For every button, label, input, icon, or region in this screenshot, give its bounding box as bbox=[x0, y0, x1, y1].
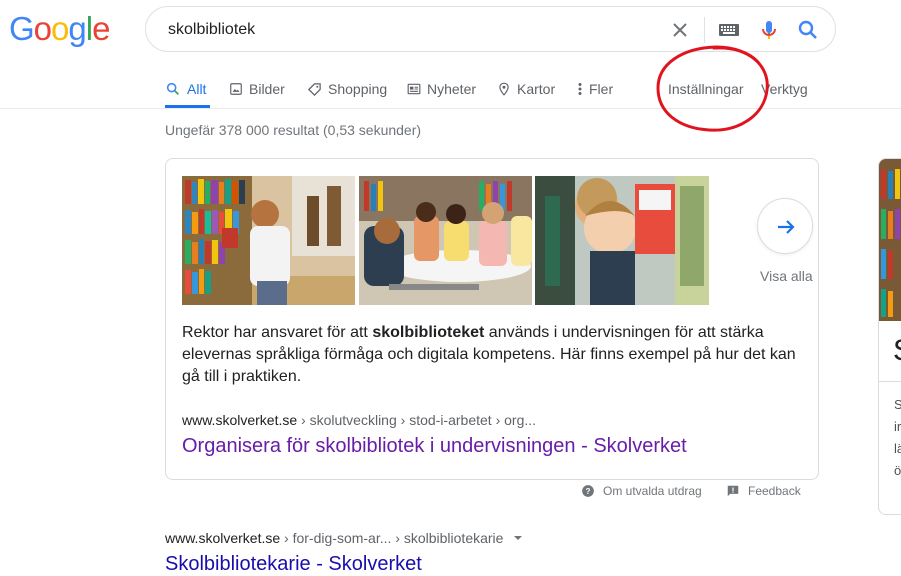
cite-domain: www.skolverket.se bbox=[165, 530, 281, 546]
knowledge-panel-image[interactable] bbox=[879, 159, 901, 321]
result-title-link[interactable]: Skolbibliotekarie - Skolverket bbox=[165, 553, 422, 576]
knowledge-panel-text: S bbox=[894, 397, 901, 412]
keyboard-icon[interactable] bbox=[717, 18, 741, 42]
image-icon bbox=[230, 83, 242, 95]
tab-bilder[interactable]: Bilder bbox=[229, 70, 285, 108]
search-icon bbox=[166, 82, 179, 95]
cite-domain: www.skolverket.se bbox=[182, 412, 298, 428]
snippet-text-pre: Rektor har ansvaret för att bbox=[182, 324, 373, 341]
cite-path: › for-dig-som-ar... › skolbibliotekarie bbox=[280, 530, 504, 546]
tab-allt[interactable]: Allt bbox=[165, 70, 210, 108]
newspaper-icon bbox=[407, 83, 421, 95]
about-snippets-link[interactable]: ? Om utvalda utdrag bbox=[581, 484, 702, 498]
close-icon[interactable] bbox=[668, 18, 692, 42]
tab-label: Shopping bbox=[328, 81, 388, 97]
result-stats: Ungefär 378 000 resultat (0,53 sekunder) bbox=[165, 122, 422, 138]
tab-nyheter[interactable]: Nyheter bbox=[407, 70, 476, 108]
more-vert-icon bbox=[578, 83, 582, 95]
search-input[interactable] bbox=[166, 17, 650, 43]
snippet-image[interactable] bbox=[359, 176, 532, 305]
snippet-title-link[interactable]: Organisera för skolbibliotek i undervisn… bbox=[182, 435, 687, 458]
logo-letter: g bbox=[68, 10, 86, 47]
knowledge-panel-text: ö bbox=[894, 463, 901, 478]
tab-label: Allt bbox=[187, 81, 207, 97]
snippet-cite: www.skolverket.se › skolutveckling › sto… bbox=[182, 412, 536, 428]
tab-fler[interactable]: Fler bbox=[577, 70, 613, 108]
snippet-text: Rektor har ansvaret för att skolbibliote… bbox=[182, 322, 806, 388]
tab-label: Kartor bbox=[517, 81, 556, 97]
knowledge-panel-title: S bbox=[893, 334, 901, 368]
snippet-image[interactable] bbox=[535, 176, 709, 305]
snippet-text-bold: skolbiblioteket bbox=[372, 324, 485, 341]
map-pin-icon bbox=[499, 82, 509, 96]
knowledge-panel: S S ir lä ö bbox=[878, 158, 901, 515]
logo-letter: e bbox=[92, 10, 110, 47]
tab-shopping[interactable]: Shopping bbox=[307, 70, 387, 108]
tab-label: Nyheter bbox=[427, 81, 477, 97]
microphone-icon[interactable] bbox=[757, 18, 781, 42]
result-cite: www.skolverket.se › for-dig-som-ar... › … bbox=[165, 530, 523, 546]
search-divider bbox=[704, 17, 705, 43]
tag-icon bbox=[307, 82, 321, 96]
annotation-circle bbox=[656, 45, 769, 132]
google-logo[interactable]: Google bbox=[9, 10, 110, 48]
feedback-link[interactable]: Feedback bbox=[726, 484, 801, 498]
feedback-icon bbox=[727, 485, 739, 497]
logo-letter: o bbox=[33, 10, 52, 47]
caret-down-icon[interactable] bbox=[513, 533, 523, 543]
logo-letter: o bbox=[51, 10, 69, 47]
visa-alla-button[interactable] bbox=[757, 198, 813, 254]
tab-kartor[interactable]: Kartor bbox=[497, 70, 555, 108]
tab-label: Bilder bbox=[249, 81, 285, 97]
knowledge-panel-text: ir bbox=[894, 419, 901, 434]
help-icon: ? bbox=[582, 485, 594, 497]
search-icon[interactable] bbox=[796, 18, 820, 42]
knowledge-panel-text: lä bbox=[894, 441, 901, 456]
about-snippets-label: Om utvalda utdrag bbox=[603, 484, 702, 498]
arrow-right-icon bbox=[778, 220, 795, 234]
tab-label: Fler bbox=[589, 81, 614, 97]
visa-alla-label[interactable]: Visa alla bbox=[760, 268, 813, 284]
knowledge-panel-divider bbox=[879, 381, 901, 382]
logo-letter: G bbox=[9, 10, 35, 47]
snippet-image[interactable] bbox=[182, 176, 355, 305]
feedback-label: Feedback bbox=[748, 484, 801, 498]
cite-path: › skolutveckling › stod-i-arbetet › org.… bbox=[297, 412, 537, 428]
featured-snippet: Visa alla Rektor har ansvaret för att sk… bbox=[165, 158, 819, 480]
svg-text:?: ? bbox=[586, 487, 591, 496]
